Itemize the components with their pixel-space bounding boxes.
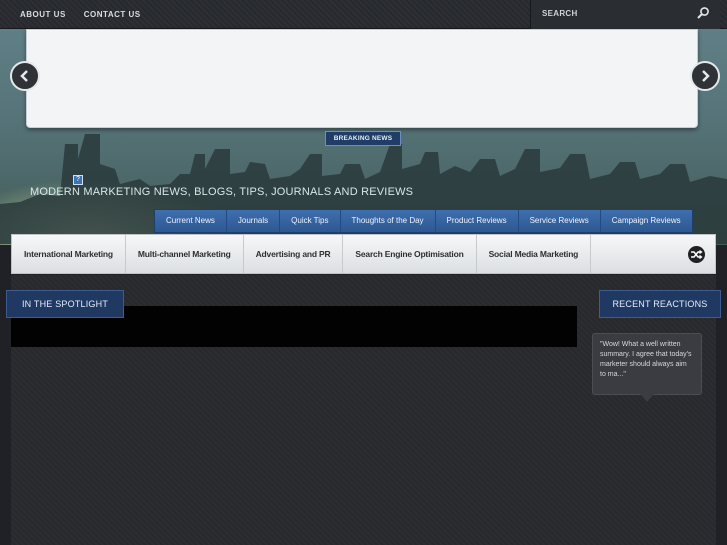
shuffle-icon <box>691 249 703 260</box>
site-tagline: MODERN MARKETING NEWS, BLOGS, TIPS, JOUR… <box>30 186 414 198</box>
about-us-link[interactable]: ABOUT US <box>20 10 66 19</box>
slider-next-button[interactable] <box>690 61 720 91</box>
featured-slider[interactable] <box>26 29 698 128</box>
tab-campaign-reviews[interactable]: Campaign Reviews <box>601 210 692 232</box>
tab-current-news[interactable]: Current News <box>155 210 227 232</box>
breaking-news-badge[interactable]: BREAKING NEWS <box>325 131 401 146</box>
tab-journals[interactable]: Journals <box>227 210 281 232</box>
tab-quick-tips[interactable]: Quick Tips <box>280 210 341 232</box>
search-input[interactable]: SEARCH <box>530 0 720 29</box>
help-icon[interactable]: ? <box>73 175 83 185</box>
search-icon[interactable] <box>696 6 710 20</box>
search-placeholder: SEARCH <box>542 9 578 18</box>
nav-international-marketing[interactable]: International Marketing <box>12 235 126 273</box>
shuffle-button[interactable] <box>688 246 705 263</box>
spotlight-heading: IN THE SPOTLIGHT <box>6 290 124 318</box>
tab-thoughts-of-the-day[interactable]: Thoughts of the Day <box>341 210 436 232</box>
chevron-left-icon <box>20 70 28 82</box>
main-nav: International Marketing Multi-channel Ma… <box>11 234 716 274</box>
nav-multi-channel-marketing[interactable]: Multi-channel Marketing <box>126 235 244 273</box>
category-tabs: Current News Journals Quick Tips Thought… <box>154 209 693 233</box>
recent-reactions-heading: RECENT REACTIONS <box>599 290 721 318</box>
top-bar: ABOUT US CONTACT US SEARCH <box>0 0 727 29</box>
comment-bubble-tip <box>640 394 654 402</box>
nav-social-media-marketing[interactable]: Social Media Marketing <box>477 235 592 273</box>
tab-service-reviews[interactable]: Service Reviews <box>519 210 601 232</box>
reaction-comment[interactable]: "Wow! What a well written summary. I agr… <box>592 333 702 395</box>
slider-prev-button[interactable] <box>10 61 40 91</box>
chevron-right-icon <box>702 70 710 82</box>
nav-advertising-and-pr[interactable]: Advertising and PR <box>244 235 344 273</box>
top-nav: ABOUT US CONTACT US <box>20 10 141 19</box>
tab-product-reviews[interactable]: Product Reviews <box>436 210 519 232</box>
contact-us-link[interactable]: CONTACT US <box>84 10 141 19</box>
nav-search-engine-optimisation[interactable]: Search Engine Optimisation <box>343 235 477 273</box>
